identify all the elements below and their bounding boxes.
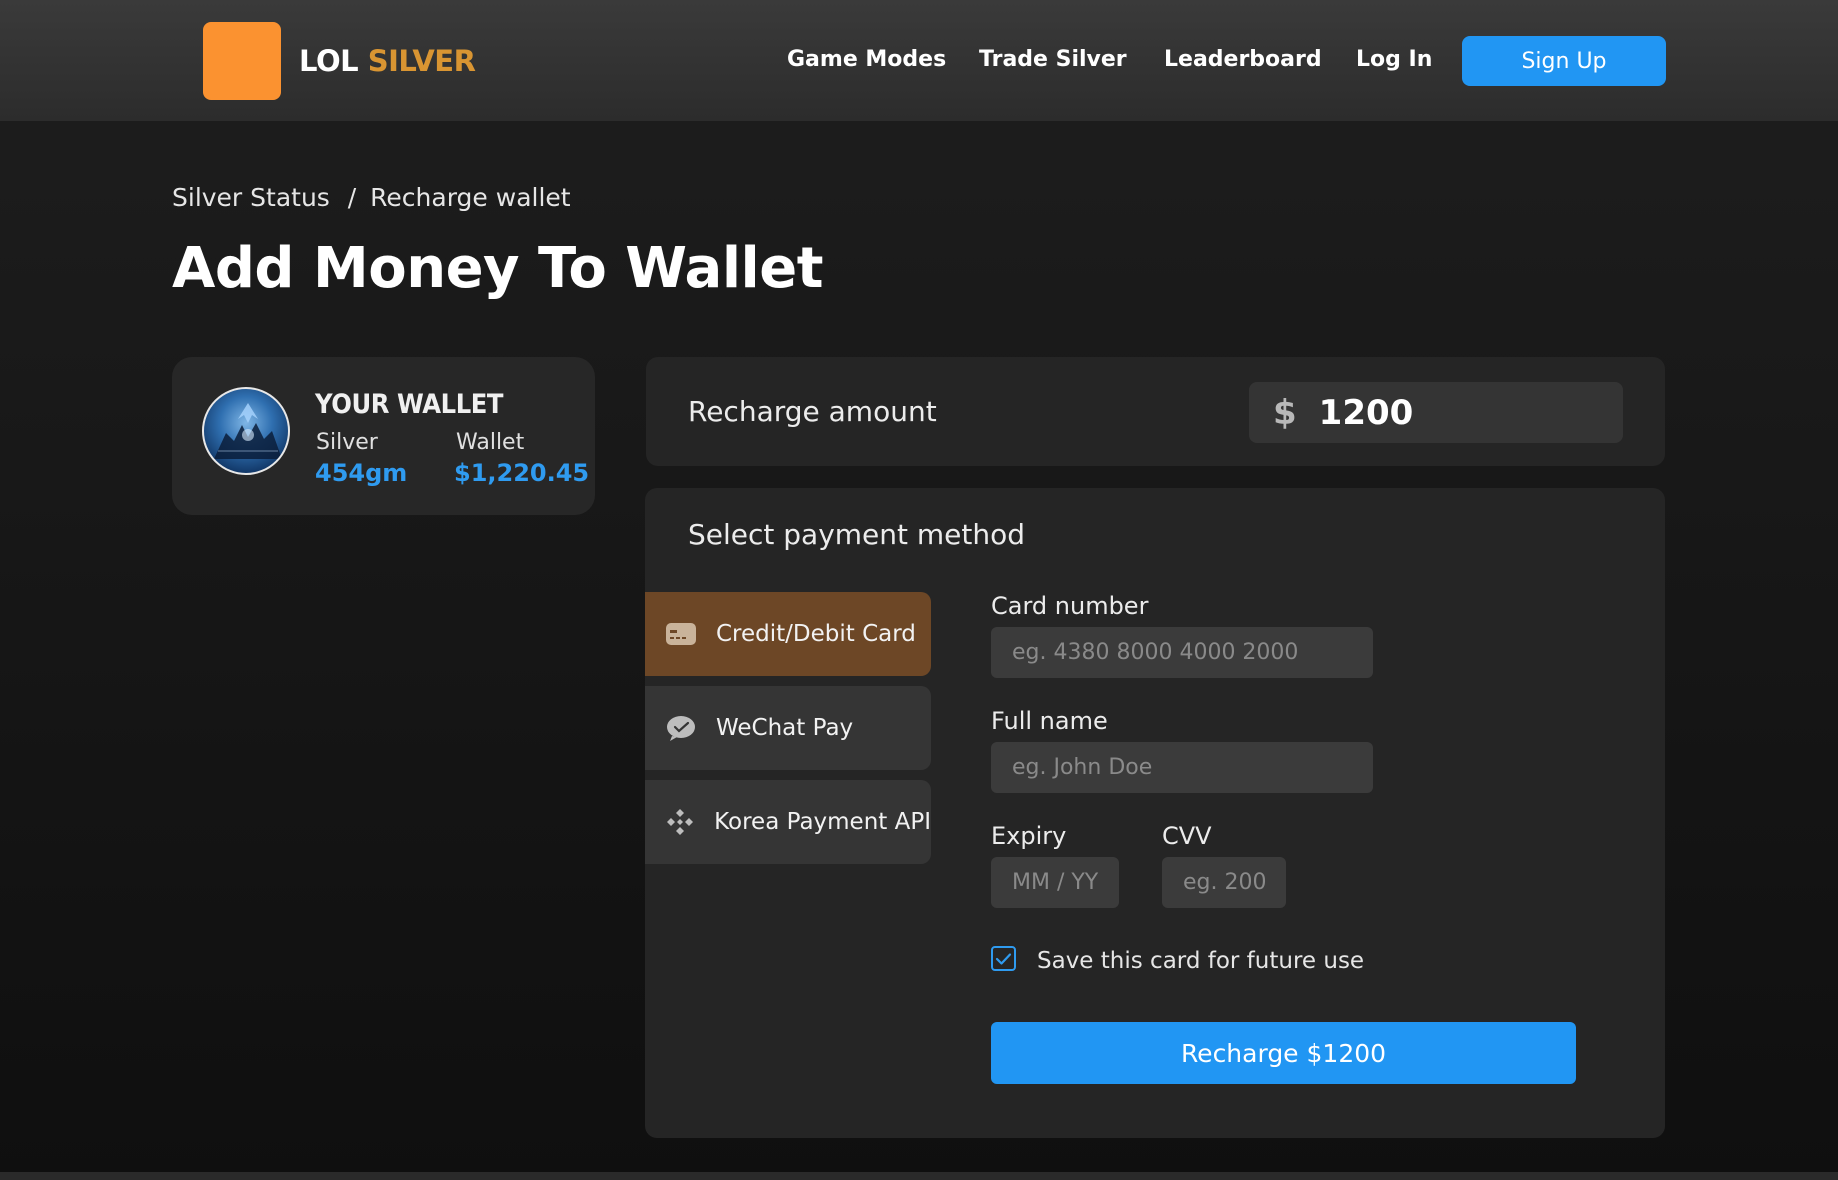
dollar-icon: $ [1273, 392, 1297, 433]
cvv-input[interactable] [1162, 857, 1286, 908]
expiry-input[interactable] [991, 857, 1119, 908]
wallet-card: YOUR WALLET Silver 454gm Wallet $1,220.4… [172, 357, 595, 515]
logo-word-lol: LOL [299, 44, 359, 78]
breadcrumb-silver-status[interactable]: Silver Status [172, 183, 330, 212]
wallet-label: Wallet [456, 430, 525, 455]
sign-up-button[interactable]: Sign Up [1462, 36, 1666, 86]
check-icon [995, 952, 1012, 965]
full-name-input[interactable] [991, 742, 1373, 793]
breadcrumb: Silver Status / Recharge wallet [172, 183, 571, 212]
payment-method-title: Select payment method [688, 518, 1026, 551]
avatar-art-icon [214, 403, 282, 459]
method-label: Korea Payment API [714, 809, 931, 835]
method-credit-debit-card[interactable]: Credit/Debit Card [645, 592, 931, 676]
method-wechat-pay[interactable]: WeChat Pay [645, 686, 931, 770]
cvv-label: CVV [1162, 822, 1212, 850]
method-korea-payment-api[interactable]: Korea Payment API [645, 780, 931, 864]
wallet-value: $1,220.45 [454, 459, 590, 487]
page-title: Add Money To Wallet [172, 236, 824, 301]
logo-icon[interactable] [203, 22, 281, 100]
nav-leaderboard[interactable]: Leaderboard [1164, 47, 1322, 72]
wechat-icon [665, 712, 697, 744]
wallet-title: YOUR WALLET [315, 389, 504, 420]
recharge-amount-value[interactable]: 1200 [1319, 393, 1414, 433]
recharge-amount-label: Recharge amount [688, 395, 937, 428]
breadcrumb-recharge-wallet[interactable]: Recharge wallet [370, 183, 570, 212]
full-name-label: Full name [991, 707, 1108, 735]
breadcrumb-separator: / [347, 183, 357, 212]
credit-card-icon [665, 618, 697, 650]
avatar [202, 387, 290, 475]
logo-word-silver: SILVER [367, 44, 476, 78]
card-number-input[interactable] [991, 627, 1373, 678]
method-label: WeChat Pay [716, 715, 854, 741]
recharge-amount-panel: Recharge amount $ 1200 [646, 357, 1665, 466]
top-navbar: LOL SILVER Game Modes Trade Silver Leade… [0, 0, 1838, 121]
payment-panel: Select payment method Credit/Debit Card [645, 488, 1665, 1138]
save-card-label[interactable]: Save this card for future use [1037, 948, 1364, 974]
expiry-label: Expiry [991, 822, 1067, 850]
logo-text[interactable]: LOL SILVER [299, 44, 476, 78]
recharge-amount-input[interactable]: $ 1200 [1249, 382, 1623, 443]
nav-trade-silver[interactable]: Trade Silver [979, 47, 1127, 72]
diamond-grid-icon [665, 806, 695, 838]
card-number-label: Card number [991, 592, 1149, 620]
silver-value: 454gm [315, 459, 408, 487]
recharge-button[interactable]: Recharge $1200 [991, 1022, 1576, 1084]
bottom-strip [0, 1172, 1838, 1180]
nav-game-modes[interactable]: Game Modes [787, 47, 946, 72]
silver-label: Silver [316, 430, 378, 455]
save-card-checkbox[interactable] [991, 946, 1016, 971]
nav-log-in[interactable]: Log In [1356, 47, 1432, 72]
page: LOL SILVER Game Modes Trade Silver Leade… [0, 0, 1838, 1180]
method-label: Credit/Debit Card [716, 621, 916, 647]
